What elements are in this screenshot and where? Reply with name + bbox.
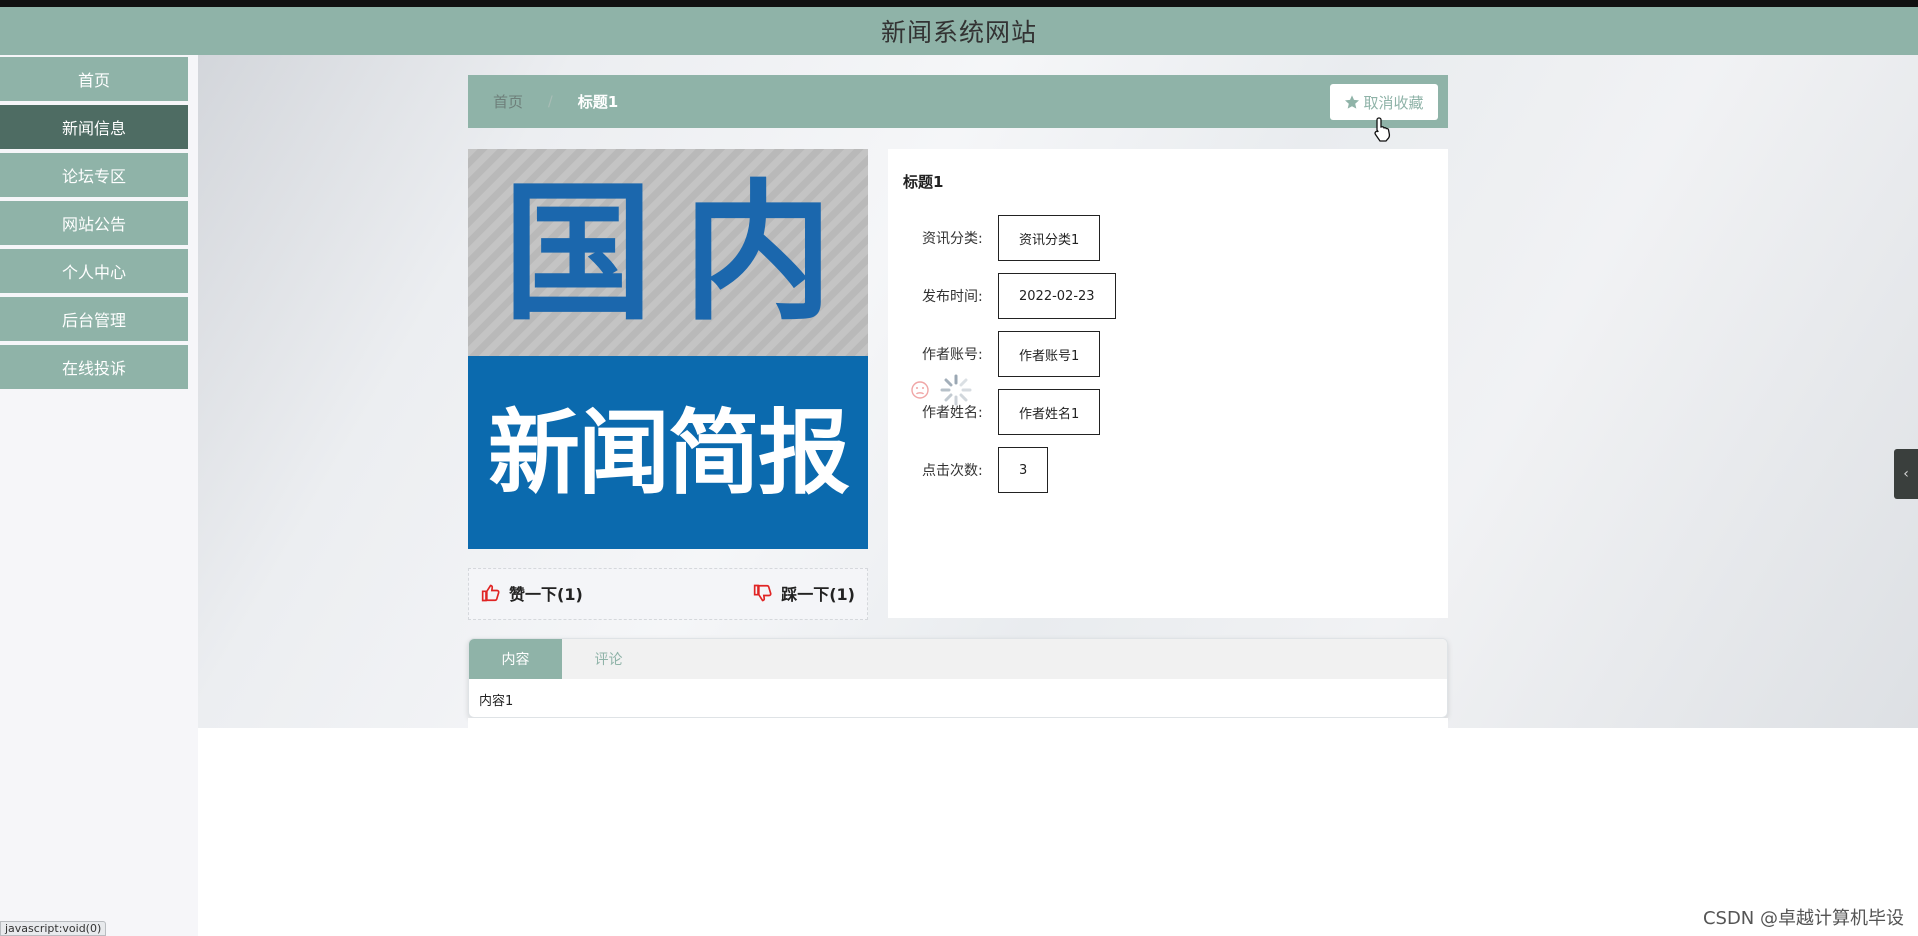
detail-label: 发布时间:	[922, 289, 983, 305]
news-image-line2: 新闻简报	[487, 398, 850, 507]
sidebar-item-admin[interactable]: 后台管理	[0, 297, 188, 341]
detail-row-category: 资讯分类: 资讯分类1	[922, 215, 1101, 261]
site-header: 新闻系统网站	[0, 7, 1918, 55]
breadcrumb-current: 标题1	[577, 93, 619, 111]
detail-row-click-count: 点击次数: 3	[922, 447, 1049, 493]
breadcrumb: 首页 / 标题1 取消收藏	[468, 75, 1448, 128]
site-title: 新闻系统网站	[880, 18, 1037, 47]
sidebar-item-home[interactable]: 首页	[0, 57, 188, 101]
tab-comments[interactable]: 评论	[562, 639, 655, 679]
thumbs-up-icon	[481, 584, 500, 602]
content-footer-strip	[468, 718, 1448, 728]
side-panel-toggle[interactable]: ‹	[1894, 449, 1918, 499]
detail-value: 作者姓名1	[998, 389, 1101, 435]
sidebar-nav: 首页 新闻信息 论坛专区 网站公告 个人中心 后台管理 在线投诉	[0, 57, 188, 393]
hand-cursor-icon	[1374, 117, 1391, 142]
sidebar-item-news[interactable]: 新闻信息	[0, 105, 188, 149]
news-image-line1: 国内	[502, 164, 863, 341]
news-image-bottom: 新闻简报	[468, 356, 868, 549]
sidebar-item-complaints[interactable]: 在线投诉	[0, 345, 188, 389]
unfavorite-button[interactable]: 取消收藏	[1330, 84, 1438, 120]
detail-value: 3	[998, 447, 1049, 493]
status-bar-url: javascript:void(0)	[0, 921, 107, 936]
tabs-header: 内容 评论	[469, 639, 1447, 679]
detail-row-publish-time: 发布时间: 2022-02-23	[922, 273, 1116, 319]
detail-value: 资讯分类1	[998, 215, 1101, 261]
window-top-strip	[0, 0, 1918, 7]
breadcrumb-home-link[interactable]: 首页	[493, 91, 523, 112]
breadcrumb-separator: /	[548, 93, 553, 110]
sidebar-item-personal-center[interactable]: 个人中心	[0, 249, 188, 293]
detail-value: 2022-02-23	[998, 273, 1116, 319]
like-button[interactable]: 赞一下(1)	[481, 581, 583, 605]
news-image-top: 国内	[468, 149, 868, 356]
dislike-button[interactable]: 踩一下(1)	[753, 581, 855, 605]
sidebar-item-forum[interactable]: 论坛专区	[0, 153, 188, 197]
news-image: 国内 新闻简报	[468, 149, 868, 549]
detail-label: 作者账号:	[922, 347, 983, 363]
detail-row-author-account: 作者账号: 作者账号1	[922, 331, 1101, 377]
news-detail-panel: 标题1 资讯分类: 资讯分类1 发布时间: 2022-02-23 作者账号: 作…	[888, 149, 1448, 618]
loading-spinner-icon	[940, 374, 972, 406]
tab-content[interactable]: 内容	[469, 639, 562, 679]
detail-value: 作者账号1	[998, 331, 1101, 377]
unfavorite-label: 取消收藏	[1363, 93, 1424, 112]
thumbs-down-icon	[754, 584, 772, 602]
content-tabs: 内容 评论 内容1	[468, 638, 1448, 718]
like-label: 赞一下(1)	[509, 585, 583, 604]
sad-face-icon	[911, 381, 929, 399]
detail-label: 点击次数:	[922, 463, 983, 479]
watermark: CSDN @卓越计算机毕设	[1702, 908, 1904, 929]
vote-bar: 赞一下(1) 踩一下(1)	[468, 568, 868, 620]
tab-content-body: 内容1	[479, 694, 514, 709]
sidebar-item-announcements[interactable]: 网站公告	[0, 201, 188, 245]
chevron-left-icon: ‹	[1903, 466, 1909, 482]
detail-label: 资讯分类:	[922, 231, 983, 247]
dislike-label: 踩一下(1)	[781, 585, 855, 604]
news-title: 标题1	[903, 173, 944, 191]
star-icon	[1345, 95, 1360, 109]
